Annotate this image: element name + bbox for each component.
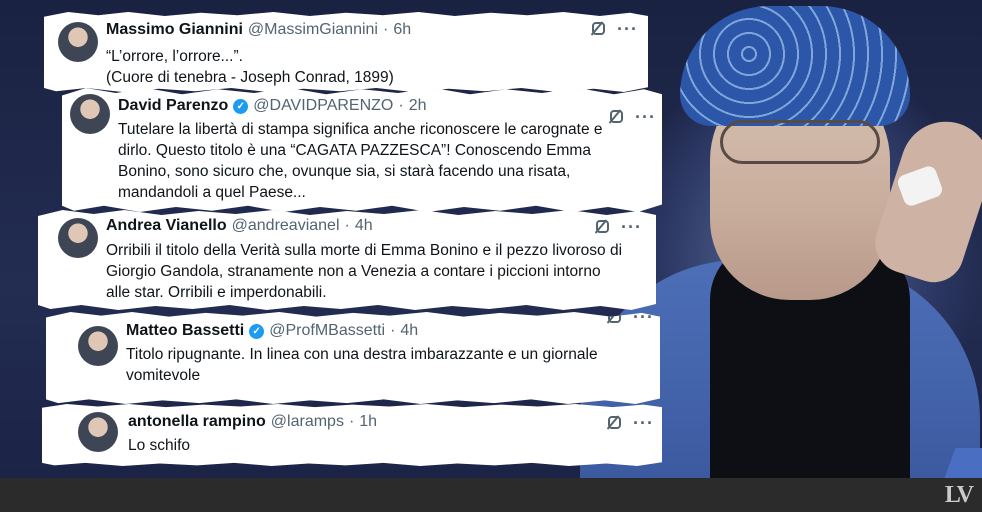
site-logo: LV bbox=[944, 482, 974, 508]
more-options-icon[interactable]: ··· bbox=[635, 108, 656, 126]
more-options-icon[interactable]: ··· bbox=[633, 414, 654, 432]
grok-icon[interactable] bbox=[610, 110, 623, 123]
photo-headscarf bbox=[680, 6, 910, 126]
avatar[interactable] bbox=[78, 412, 118, 452]
avatar[interactable] bbox=[70, 94, 110, 134]
author-handle[interactable]: @laramps bbox=[271, 413, 344, 431]
tweet-text-line: Orribili il titolo della Verità sulla mo… bbox=[106, 242, 623, 259]
more-options-icon[interactable]: ··· bbox=[621, 218, 642, 236]
timestamp[interactable]: 2h bbox=[409, 97, 427, 115]
tweet-text-line: alle star. Orribili e imperdonabili. bbox=[106, 284, 327, 301]
tweet-text-line: vomitevole bbox=[126, 367, 201, 384]
tweet-card: Andrea Vianello @andreavianel · 4h ··· O… bbox=[38, 210, 656, 310]
photo-glasses bbox=[720, 120, 880, 164]
timestamp[interactable]: 4h bbox=[400, 322, 418, 340]
tweet-card: Matteo Bassetti ✓ @ProfMBassetti · 4h ··… bbox=[46, 312, 660, 404]
tweet-card: David Parenzo ✓ @DAVIDPARENZO · 2h ··· T… bbox=[62, 88, 662, 212]
separator: · bbox=[390, 322, 396, 339]
author-handle[interactable]: @DAVIDPARENZO bbox=[253, 97, 393, 115]
more-options-icon[interactable]: ··· bbox=[617, 20, 638, 38]
verified-badge-icon: ✓ bbox=[233, 98, 249, 114]
author-name[interactable]: antonella rampino bbox=[128, 413, 266, 431]
author-name[interactable]: Matteo Bassetti bbox=[126, 322, 244, 340]
avatar[interactable] bbox=[58, 218, 98, 258]
avatar[interactable] bbox=[78, 326, 118, 366]
timestamp[interactable]: 1h bbox=[359, 413, 377, 431]
separator: · bbox=[348, 413, 355, 430]
grok-icon[interactable] bbox=[592, 22, 605, 35]
author-handle[interactable]: @MassimGiannini bbox=[248, 21, 378, 39]
author-name[interactable]: David Parenzo bbox=[118, 97, 228, 115]
tweet-text-line: Tutelare la libertà di stampa significa … bbox=[118, 121, 603, 138]
tweet-text-line: “L’orrore, l’orrore...”. bbox=[106, 48, 243, 65]
tweet-text-line: Giorgio Gandola, stranamente non a Venez… bbox=[106, 263, 601, 280]
tweet-text-line: mandandoli a quel Paese... bbox=[118, 184, 306, 201]
timestamp[interactable]: 6h bbox=[393, 21, 411, 39]
tweet-card: Massimo Giannini @MassimGiannini · 6h ··… bbox=[44, 12, 648, 92]
separator: · bbox=[344, 217, 350, 234]
tweet-text-line: Titolo ripugnante. In linea con una dest… bbox=[126, 346, 598, 363]
author-name[interactable]: Andrea Vianello bbox=[106, 217, 227, 235]
footer-bar: LV bbox=[0, 478, 982, 512]
tweet-text-line: (Cuore di tenebra - Joseph Conrad, 1899) bbox=[106, 69, 394, 86]
separator: · bbox=[398, 97, 404, 114]
author-name[interactable]: Massimo Giannini bbox=[106, 21, 243, 39]
avatar[interactable] bbox=[58, 22, 98, 62]
grok-icon[interactable] bbox=[608, 416, 621, 429]
tweet-text-line: Lo schifo bbox=[128, 437, 191, 454]
grok-icon[interactable] bbox=[596, 220, 609, 233]
timestamp[interactable]: 4h bbox=[355, 217, 373, 235]
separator: · bbox=[382, 21, 389, 38]
tweet-text-line: dirlo. Questo titolo è una “CAGATA PAZZE… bbox=[118, 142, 591, 159]
author-handle[interactable]: @andreavianel bbox=[232, 217, 340, 235]
tweet-card: antonella rampino @laramps · 1h ··· Lo s… bbox=[42, 404, 662, 466]
author-handle[interactable]: @ProfMBassetti bbox=[269, 322, 385, 340]
tweet-text-line: Bonino, sono sicuro che, ovunque sia, si… bbox=[118, 163, 571, 180]
verified-badge-icon: ✓ bbox=[249, 323, 265, 339]
